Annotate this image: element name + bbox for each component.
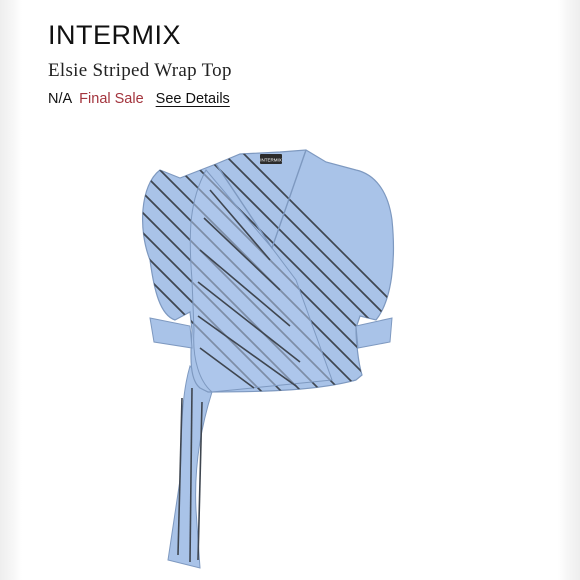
garment-label-text: INTERMIX xyxy=(260,158,282,163)
left-edge-shadow xyxy=(0,0,22,580)
product-title: Elsie Striped Wrap Top xyxy=(48,60,232,81)
price-value: N/A xyxy=(48,91,73,107)
brand-name: INTERMIX xyxy=(48,20,182,50)
left-cuff xyxy=(149,317,193,349)
see-details-link[interactable]: See Details xyxy=(156,91,230,107)
right-edge-shadow xyxy=(558,0,580,580)
right-cuff xyxy=(355,317,393,349)
price-row: N/A Final Sale See Details xyxy=(48,91,230,107)
final-sale-badge: Final Sale xyxy=(79,91,144,107)
product-image: INTERMIX xyxy=(142,149,395,569)
product-page: INTERMIX Elsie Striped Wrap Top N/A Fina… xyxy=(0,0,580,580)
